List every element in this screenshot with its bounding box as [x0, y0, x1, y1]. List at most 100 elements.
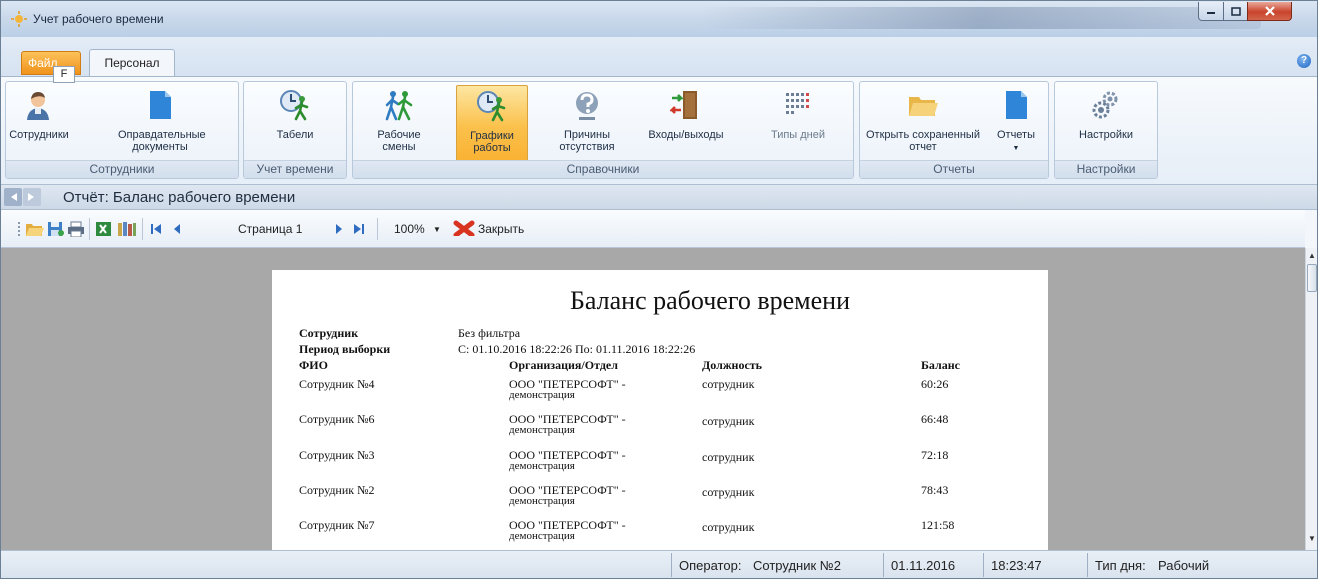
cell-name: Сотрудник №4: [299, 377, 375, 391]
next-page-icon[interactable]: [333, 221, 345, 237]
employee-icon: [27, 92, 49, 120]
status-bar: Оператор: Сотрудник №2 01.11.2016 18:23:…: [1, 550, 1317, 578]
timesheet-clock-icon: [280, 90, 309, 121]
title-bar-glare: [701, 7, 1261, 29]
day-types-grid-icon: [786, 93, 809, 114]
justification-docs-button[interactable]: Оправдательные документы: [118, 85, 206, 161]
close-report-icon[interactable]: [453, 220, 475, 236]
cell-dept: демонстрация: [509, 460, 575, 472]
settings-button[interactable]: Настройки: [1067, 85, 1145, 161]
column-header-balance: Баланс: [921, 358, 961, 372]
toolbar-separator: [89, 218, 90, 240]
column-header-name: ФИО: [299, 358, 328, 372]
cell-position: сотрудник: [702, 450, 755, 464]
scroll-up-icon[interactable]: ▲: [1308, 251, 1316, 260]
cell-balance: 121:58: [921, 518, 955, 532]
chevron-down-icon[interactable]: ▼: [433, 225, 441, 234]
report-title: Отчёт: Баланс рабочего времени: [63, 189, 296, 206]
work-schedules-button[interactable]: Графики работы: [456, 85, 528, 161]
settings-label: Настройки: [1079, 129, 1133, 141]
ribbon-group-settings: Настройки Настройки: [1054, 81, 1158, 179]
ribbon-tab-bar: Файл F Персонал ?: [1, 37, 1317, 83]
close-window-button[interactable]: [1247, 2, 1292, 21]
export-excel-icon[interactable]: [95, 221, 113, 237]
ribbon-group-time-tracking: Табели Учет времени: [243, 81, 347, 179]
report-toolbar: Страница 1 100% ▼ Закрыть: [1, 210, 1305, 248]
cell-position: сотрудник: [702, 377, 755, 391]
report-viewer[interactable]: Баланс рабочего времени Сотрудник Без фи…: [1, 248, 1305, 550]
arrow-right-icon: [28, 193, 34, 201]
report-nav-bar: Отчёт: Баланс рабочего времени: [1, 184, 1317, 210]
tab-personal[interactable]: Персонал: [89, 49, 175, 77]
entries-exits-button[interactable]: Входы/выходы: [643, 85, 729, 161]
timesheets-label: Табели: [276, 129, 314, 141]
cell-dept: демонстрация: [509, 424, 575, 436]
entries-exits-label: Входы/выходы: [648, 129, 724, 141]
maximize-button[interactable]: [1223, 2, 1248, 21]
open-file-icon[interactable]: [25, 221, 45, 237]
column-header-position: Должность: [702, 358, 763, 372]
status-time: 18:23:47: [991, 558, 1042, 573]
reports-label: Отчеты: [996, 129, 1036, 141]
cell-balance: 72:18: [921, 448, 949, 462]
report-page: Баланс рабочего времени Сотрудник Без фи…: [272, 270, 1048, 550]
day-types-label: Типы дней: [770, 129, 826, 141]
arrow-left-icon: [11, 193, 17, 201]
prev-page-icon[interactable]: [171, 221, 183, 237]
scrollbar-thumb[interactable]: [1307, 264, 1317, 292]
status-date: 01.11.2016: [891, 558, 956, 573]
timesheets-button[interactable]: Табели: [258, 85, 332, 161]
first-page-icon[interactable]: [149, 221, 163, 237]
work-shifts-button[interactable]: Рабочие смены: [363, 85, 435, 161]
ribbon-group-reports: Открыть сохраненный отчет Отчеты ▼ Отчет…: [859, 81, 1049, 179]
column-header-org: Организация/Отдел: [509, 358, 618, 372]
save-icon[interactable]: [47, 221, 65, 237]
last-page-icon[interactable]: [352, 221, 366, 237]
open-saved-report-button[interactable]: Открыть сохраненный отчет: [864, 85, 982, 161]
cell-name: Сотрудник №6: [299, 412, 375, 426]
justification-docs-label: Оправдательные документы: [118, 129, 206, 153]
ribbon-group-employees: Сотрудники Оправдательные документы Сотр…: [5, 81, 239, 179]
ribbon-group-employees-label: Сотрудники: [6, 160, 238, 178]
minimize-icon: [1207, 12, 1215, 14]
book-view-icon[interactable]: [117, 221, 137, 237]
cell-dept: демонстрация: [509, 530, 575, 542]
maximize-icon: [1230, 6, 1241, 16]
zoom-select[interactable]: 100%: [394, 222, 425, 236]
app-window: Учет рабочего времени Файл F Персонал ?: [0, 0, 1318, 579]
toolbar-separator: [377, 218, 378, 240]
entry-exit-door-icon: [670, 91, 697, 119]
absence-reasons-button[interactable]: Причины отсутствия: [549, 85, 625, 161]
nav-forward-button[interactable]: [23, 188, 41, 206]
cell-position: сотрудник: [702, 520, 755, 534]
meta-period-label: Период выборки: [299, 342, 391, 356]
app-sun-icon: [11, 11, 27, 27]
ribbon-group-settings-label: Настройки: [1055, 160, 1157, 178]
cell-position: сотрудник: [702, 485, 755, 499]
minimize-button[interactable]: [1198, 2, 1224, 21]
reports-dropdown-button[interactable]: Отчеты ▼: [988, 85, 1044, 161]
status-day-type-label: Тип дня:: [1095, 558, 1146, 573]
toolbar-separator: [142, 218, 143, 240]
employees-button[interactable]: Сотрудники: [8, 85, 70, 161]
settings-gears-icon: [1092, 91, 1118, 119]
title-bar[interactable]: Учет рабочего времени: [1, 1, 1317, 37]
cell-balance: 60:26: [921, 377, 949, 391]
meta-employee-value: Без фильтра: [458, 326, 521, 340]
status-separator: [1087, 553, 1088, 577]
vertical-scrollbar[interactable]: ▲ ▼: [1305, 248, 1317, 550]
ribbon-group-references: Рабочие смены Графики работы Причины отс…: [352, 81, 854, 179]
employees-label: Сотрудники: [9, 129, 69, 141]
report-document-title: Баланс рабочего времени: [569, 286, 851, 315]
cell-name: Сотрудник №2: [299, 483, 375, 497]
status-separator: [883, 553, 884, 577]
status-operator-label: Оператор:: [679, 558, 742, 573]
nav-back-button[interactable]: [4, 188, 22, 206]
shift-people-icon: [385, 91, 413, 121]
scroll-down-icon[interactable]: ▼: [1308, 534, 1316, 543]
cell-dept: демонстрация: [509, 389, 575, 401]
print-icon[interactable]: [67, 221, 85, 237]
day-types-button[interactable]: Типы дней: [765, 85, 831, 161]
close-report-button[interactable]: Закрыть: [478, 222, 524, 236]
help-icon[interactable]: ?: [1297, 54, 1311, 68]
